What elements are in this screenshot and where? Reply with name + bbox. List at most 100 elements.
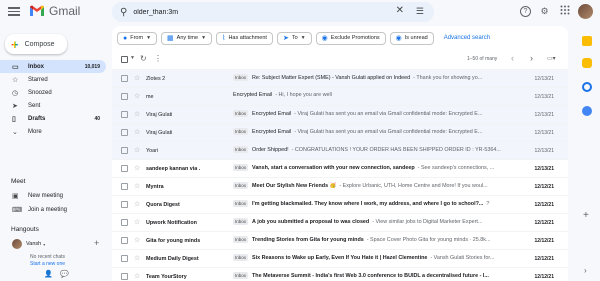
tasks-app-icon[interactable] (582, 82, 592, 92)
star-icon[interactable]: ☆ (134, 74, 140, 82)
email-list: ☆ Zlotes 2 Inbox Re: Subject Matter Expert … (112, 69, 568, 281)
star-icon[interactable]: ☆ (134, 200, 140, 208)
email-checkbox[interactable] (121, 111, 128, 118)
star-icon[interactable]: ☆ (134, 218, 140, 226)
search-input[interactable] (133, 8, 384, 16)
email-checkbox[interactable] (121, 129, 128, 136)
help-icon[interactable]: ? (520, 6, 531, 17)
contacts-icon[interactable]: 👤 (44, 270, 53, 278)
chip-label: Has attachment (228, 35, 267, 41)
menu-icon[interactable] (8, 5, 20, 17)
chip-label: To (291, 35, 298, 41)
email-row[interactable]: ☆ Viraj Gulati Inbox Encrypted Email - Viraj… (112, 123, 568, 141)
inbox-label-tag: Inbox (233, 74, 249, 81)
view-toggle-icon[interactable]: ▭▾ (547, 55, 556, 62)
star-icon[interactable]: ☆ (134, 236, 140, 244)
email-checkbox[interactable] (121, 93, 128, 100)
gear-icon[interactable]: ⚙ (538, 5, 551, 18)
advanced-search-link[interactable]: Advanced search (444, 35, 490, 41)
chat-bubble-icon[interactable]: 💬 (60, 270, 69, 278)
email-row[interactable]: ☆ Gita for young minds Inbox Trending Stori… (112, 231, 568, 249)
apps-grid-icon[interactable] (558, 5, 571, 18)
email-body-preview: Inbox The Metaverse Summit - India's firs… (233, 272, 528, 279)
sidebar-item-inbox[interactable]: ▭ Inbox 10,019 (0, 60, 106, 73)
sidebar-item-more[interactable]: ⌄ More (0, 125, 106, 138)
email-checkbox[interactable] (121, 219, 128, 226)
prev-page-icon[interactable]: ‹ (511, 53, 514, 63)
no-chats-note: No recent chats Start a new one (30, 254, 65, 268)
email-row[interactable]: ☆ Zlotes 2 Inbox Re: Subject Matter Expert … (112, 69, 568, 87)
filter-chip-exclude-promotions[interactable]: ◉ Exclude Promotions (315, 31, 386, 45)
compose-label: Compose (24, 40, 55, 48)
gmail-logo[interactable]: Gmail (29, 4, 80, 18)
email-row[interactable]: ☆ me Encrypted Email - Hi, I hope you are w… (112, 87, 568, 105)
email-row[interactable]: ☆ Upwork Notification Inbox A job you submi… (112, 213, 568, 231)
add-addon-icon[interactable]: + (583, 210, 589, 221)
email-checkbox[interactable] (121, 255, 128, 262)
email-checkbox[interactable] (121, 147, 128, 154)
send-icon: ➤ (12, 102, 18, 110)
search-icon[interactable]: ⚲ (120, 7, 127, 18)
email-row[interactable]: ☆ Viraj Gulati Inbox Encrypted Email - Viraj… (112, 105, 568, 123)
tag-icon: ◉ (321, 35, 328, 42)
compose-button[interactable]: + Compose (5, 34, 67, 54)
app-name: Gmail (49, 4, 81, 18)
account-avatar[interactable] (578, 4, 593, 19)
email-subject: The Metaverse Summit - India's first Web… (252, 272, 489, 279)
star-icon[interactable]: ☆ (134, 146, 140, 154)
inbox-label-tag: Inbox (233, 200, 249, 207)
video-camera-icon: ▣ (12, 193, 19, 200)
star-icon[interactable]: ☆ (134, 272, 140, 280)
email-sender: Quora Digest (146, 202, 180, 208)
join-meeting-link[interactable]: ⌨ Join a meeting (12, 206, 67, 214)
email-checkbox[interactable] (121, 75, 128, 82)
filter-chip-has-attachment[interactable]: ⌇ Has attachment (216, 31, 273, 45)
contacts-app-icon[interactable] (582, 106, 592, 116)
next-page-icon[interactable]: › (530, 53, 533, 63)
new-meeting-link[interactable]: ▣ New meeting (12, 192, 63, 200)
filter-chip-to[interactable]: ➤ To ▼ (276, 31, 312, 45)
email-checkbox[interactable] (121, 273, 128, 280)
filter-chip-from[interactable]: ● From ▼ (117, 31, 158, 45)
star-icon[interactable]: ☆ (134, 92, 140, 100)
refresh-icon[interactable]: ↻ (140, 54, 147, 63)
star-icon[interactable]: ☆ (134, 128, 140, 136)
email-row[interactable]: ☆ Medium Daily Digest Inbox Six Reasons to … (112, 249, 568, 267)
sidebar-item-starred[interactable]: ☆ Starred (0, 73, 106, 86)
keep-app-icon[interactable] (582, 58, 592, 68)
email-checkbox[interactable] (121, 165, 128, 172)
star-icon[interactable]: ☆ (134, 110, 140, 118)
star-icon[interactable]: ☆ (134, 164, 140, 172)
gmail-m-icon (30, 5, 44, 16)
sidebar-item-drafts[interactable]: ▯ Drafts 40 (0, 112, 106, 125)
clear-search-icon[interactable]: ✕ (396, 5, 404, 16)
email-checkbox[interactable] (121, 201, 128, 208)
select-all-checkbox[interactable] (121, 56, 128, 63)
star-icon[interactable]: ☆ (134, 254, 140, 262)
sidebar-item-sent[interactable]: ➤ Sent (0, 99, 106, 112)
start-new-chat-link[interactable]: Start a new one (30, 261, 65, 268)
email-date: 12/13/21 (534, 94, 554, 100)
chevron-right-icon[interactable]: › (584, 266, 587, 275)
filter-chip-is-unread[interactable]: ◉ Is unread (389, 31, 434, 45)
sidebar-item-snoozed[interactable]: ◷ Snoozed (0, 86, 106, 99)
email-row[interactable]: ☆ sandeep kannan via . Inbox Vansh, start a… (112, 159, 568, 177)
new-chat-plus-icon[interactable]: + (94, 238, 99, 248)
caret-down-icon: ▼ (300, 35, 306, 41)
hangouts-user[interactable]: Vansh ▾ (12, 239, 45, 249)
email-checkbox[interactable] (121, 183, 128, 190)
email-snippet: - Space Cover Photo Gita for young minds… (366, 236, 491, 243)
email-row[interactable]: ☆ Quora Digest Inbox I'm getting blackmaile… (112, 195, 568, 213)
more-vert-icon[interactable]: ⋮ (154, 54, 162, 63)
email-row[interactable]: ☆ Team YourStory Inbox The Metaverse Summit… (112, 267, 568, 281)
email-row[interactable]: ☆ Myntra Inbox Meet Our Stylish New Friends… (112, 177, 568, 195)
email-sender: Viraj Gulati (146, 112, 173, 118)
star-icon[interactable]: ☆ (134, 182, 140, 190)
calendar-app-icon[interactable] (582, 36, 592, 46)
email-checkbox[interactable] (121, 237, 128, 244)
filter-chip-any-time[interactable]: ▦ Any time ▼ (161, 31, 213, 45)
email-row[interactable]: ☆ Yoari Inbox Order Shipped! - CONGRATULATIO… (112, 141, 568, 159)
inbox-label-tag: Inbox (233, 110, 249, 117)
search-options-icon[interactable]: ☰ (416, 6, 424, 17)
select-caret-icon[interactable]: ▼ (130, 55, 135, 61)
